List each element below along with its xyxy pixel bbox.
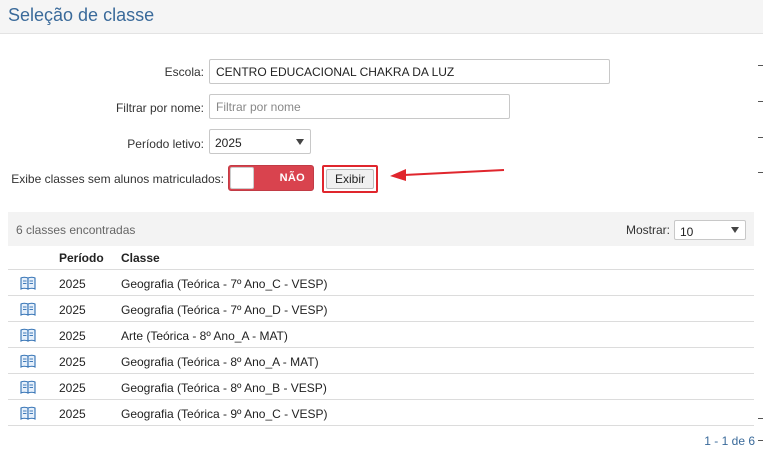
cell-periodo: 2025: [59, 277, 86, 291]
edge-mark: [758, 137, 763, 138]
cell-classe: Geografia (Teórica - 9º Ano_C - VESP): [121, 407, 328, 421]
cell-classe: Geografia (Teórica - 7º Ano_C - VESP): [121, 277, 328, 291]
header-periodo: Período: [59, 251, 104, 265]
escola-input[interactable]: [209, 59, 610, 84]
mostrar-label: Mostrar:: [626, 223, 671, 237]
book-icon[interactable]: [20, 276, 36, 290]
periodo-select-value: 2025: [215, 136, 242, 150]
mostrar-select-value: 10: [680, 225, 694, 239]
edge-mark: [758, 172, 763, 173]
chevron-down-icon: [731, 227, 739, 233]
edge-mark: [758, 418, 763, 419]
periodo-label: Período letivo:: [127, 137, 204, 151]
cell-periodo: 2025: [59, 355, 86, 369]
cell-classe: Arte (Teórica - 8º Ano_A - MAT): [121, 329, 288, 343]
cell-classe: Geografia (Teórica - 7º Ano_D - VESP): [121, 303, 328, 317]
escola-label: Escola:: [164, 65, 204, 79]
exibir-button-highlight: Exibir: [322, 165, 378, 193]
periodo-select[interactable]: 2025: [209, 129, 311, 154]
table-row[interactable]: 2025 Arte (Teórica - 8º Ano_A - MAT): [8, 322, 754, 348]
toggle-text: NÃO: [279, 172, 305, 184]
results-bar: 6 classes encontradas Mostrar: 10: [8, 212, 754, 246]
classes-table: Período Classe 2025 Geografia (Teórica - …: [8, 246, 754, 426]
cell-classe: Geografia (Teórica - 8º Ano_B - VESP): [121, 381, 327, 395]
edge-mark: [758, 101, 763, 102]
chevron-down-icon: [296, 139, 304, 145]
exibe-label: Exibe classes sem alunos matriculados:: [11, 172, 224, 186]
results-count: 6 classes encontradas: [16, 223, 136, 237]
edge-mark: [758, 65, 763, 66]
page-title: Seleção de classe: [8, 5, 155, 25]
edge-mark: [758, 440, 763, 441]
book-icon[interactable]: [20, 328, 36, 342]
table-row[interactable]: 2025 Geografia (Teórica - 8º Ano_B - VESP…: [8, 374, 754, 400]
book-icon[interactable]: [20, 380, 36, 394]
book-icon[interactable]: [20, 302, 36, 316]
header-classe: Classe: [121, 251, 160, 265]
table-row[interactable]: 2025 Geografia (Teórica - 8º Ano_A - MAT): [8, 348, 754, 374]
toggle-knob: [230, 167, 254, 189]
table-header: Período Classe: [8, 246, 754, 270]
table-row[interactable]: 2025 Geografia (Teórica - 9º Ano_C - VESP…: [8, 400, 754, 426]
page-header: Seleção de classe: [0, 0, 763, 34]
table-row[interactable]: 2025 Geografia (Teórica - 7º Ano_C - VESP…: [8, 270, 754, 296]
filtrar-label: Filtrar por nome:: [115, 101, 204, 115]
cell-periodo: 2025: [59, 407, 86, 421]
cell-periodo: 2025: [59, 329, 86, 343]
table-body: 2025 Geografia (Teórica - 7º Ano_C - VESP…: [8, 270, 754, 426]
mostrar-select[interactable]: 10: [674, 220, 746, 240]
red-arrow-icon: [390, 169, 505, 181]
book-icon[interactable]: [20, 406, 36, 420]
exibe-toggle[interactable]: NÃO: [228, 165, 314, 191]
filtrar-input[interactable]: [209, 94, 510, 119]
cell-classe: Geografia (Teórica - 8º Ano_A - MAT): [121, 355, 319, 369]
cell-periodo: 2025: [59, 303, 86, 317]
exibir-button[interactable]: Exibir: [326, 169, 374, 189]
pagination-info: 1 - 1 de 6: [704, 434, 755, 448]
table-row[interactable]: 2025 Geografia (Teórica - 7º Ano_D - VESP…: [8, 296, 754, 322]
book-icon[interactable]: [20, 354, 36, 368]
cell-periodo: 2025: [59, 381, 86, 395]
